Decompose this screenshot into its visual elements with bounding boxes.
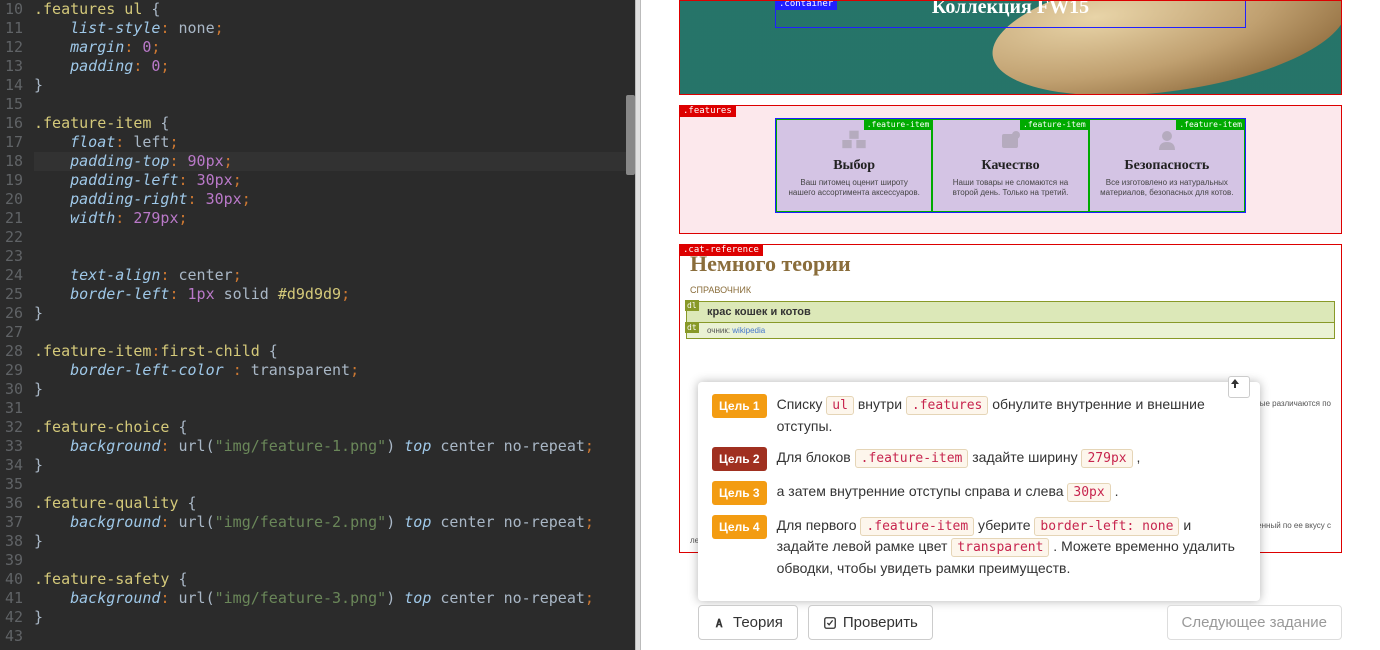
check-icon xyxy=(823,616,837,630)
feature-title: Качество xyxy=(943,158,1077,174)
features-label: .features xyxy=(679,105,736,117)
font-icon xyxy=(713,616,727,630)
feature-desc: Все изготовлено из натуральных материало… xyxy=(1100,178,1234,199)
features-container: .container .feature-item Выбор Ваш питом… xyxy=(775,118,1246,213)
feature-title: Выбор xyxy=(787,158,921,174)
line-gutter: 1011121314151617181920212223242526272829… xyxy=(0,0,28,646)
code-area[interactable]: .features ul { list-style: none; margin:… xyxy=(0,0,635,646)
scroll-to-top-button[interactable] xyxy=(1228,376,1250,398)
next-task-button[interactable]: Следующее задание xyxy=(1167,605,1342,640)
code-editor[interactable]: 1011121314151617181920212223242526272829… xyxy=(0,0,635,650)
action-bar: Теория Проверить Следующее задание xyxy=(698,605,1380,640)
dl-block: dl крас кошек и котов dt очник: wikipedi… xyxy=(686,301,1335,339)
goal-text: а затем внутренние отступы справа и слев… xyxy=(777,481,1119,503)
goal-row: Цель 4 Для первого .feature-item уберите … xyxy=(712,515,1246,579)
goal-row: Цель 1 Списку ul внутри .features обнулит… xyxy=(712,394,1246,437)
feature-item-label: .feature-item xyxy=(864,119,933,130)
goal-row: Цель 3 а затем внутренние отступы справа … xyxy=(712,481,1246,505)
goal-row: Цель 2 Для блоков .feature-item задайте ш… xyxy=(712,447,1246,471)
goal-badge: Цель 4 xyxy=(712,515,767,539)
person-icon xyxy=(1153,130,1181,150)
feature-item-quality: .feature-item Качество Наши товары не сл… xyxy=(932,119,1088,212)
dt-tag-label: dt xyxy=(685,322,699,333)
hero-section: .container Коллекция FW15 xyxy=(679,0,1342,95)
feature-item-choice: .feature-item Выбор Ваш питомец оценит ш… xyxy=(776,119,932,212)
dl-definition: очник: wikipedia xyxy=(686,323,1335,339)
theory-label: Теория xyxy=(733,614,783,631)
goal-badge: Цель 2 xyxy=(712,447,767,471)
check-label: Проверить xyxy=(843,614,918,631)
dl-term: крас кошек и котов xyxy=(686,301,1335,323)
shield-check-icon xyxy=(996,130,1024,150)
check-button[interactable]: Проверить xyxy=(808,605,933,640)
features-section: .features .container .feature-item Выбор… xyxy=(679,105,1342,234)
theory-button[interactable]: Теория xyxy=(698,605,798,640)
hero-title: Коллекция FW15 xyxy=(776,0,1245,19)
goal-badge: Цель 3 xyxy=(712,481,767,505)
hero-container-outline: .container Коллекция FW15 xyxy=(775,0,1246,28)
reference-title: Немного теории xyxy=(680,245,1341,281)
dl-tag-label: dl xyxy=(685,300,699,311)
feature-title: Безопасность xyxy=(1100,158,1234,174)
wikipedia-link[interactable]: wikipedia xyxy=(732,326,765,335)
feature-desc: Наши товары не сломаются на второй день.… xyxy=(943,178,1077,199)
feature-item-label: .feature-item xyxy=(1176,119,1245,130)
next-label: Следующее задание xyxy=(1182,614,1327,631)
goal-badge: Цель 1 xyxy=(712,394,767,418)
goal-text: Для блоков .feature-item задайте ширину … xyxy=(777,447,1141,469)
feature-item-label: .feature-item xyxy=(1020,119,1089,130)
goal-text: Списку ul внутри .features обнулите внут… xyxy=(777,394,1246,437)
cat-reference-label: .cat-reference xyxy=(679,244,763,256)
arrow-up-icon xyxy=(1229,377,1241,389)
goals-popup: Цель 1 Списку ul внутри .features обнулит… xyxy=(698,382,1260,601)
feature-desc: Ваш питомец оценит широту нашего ассорти… xyxy=(787,178,921,199)
boxes-icon xyxy=(840,130,868,150)
feature-item-safety: .feature-item Безопасность Все изготовле… xyxy=(1089,119,1245,212)
goal-text: Для первого .feature-item уберите border… xyxy=(777,515,1246,579)
reference-subtitle: СПРАВОЧНИК xyxy=(680,281,1341,301)
